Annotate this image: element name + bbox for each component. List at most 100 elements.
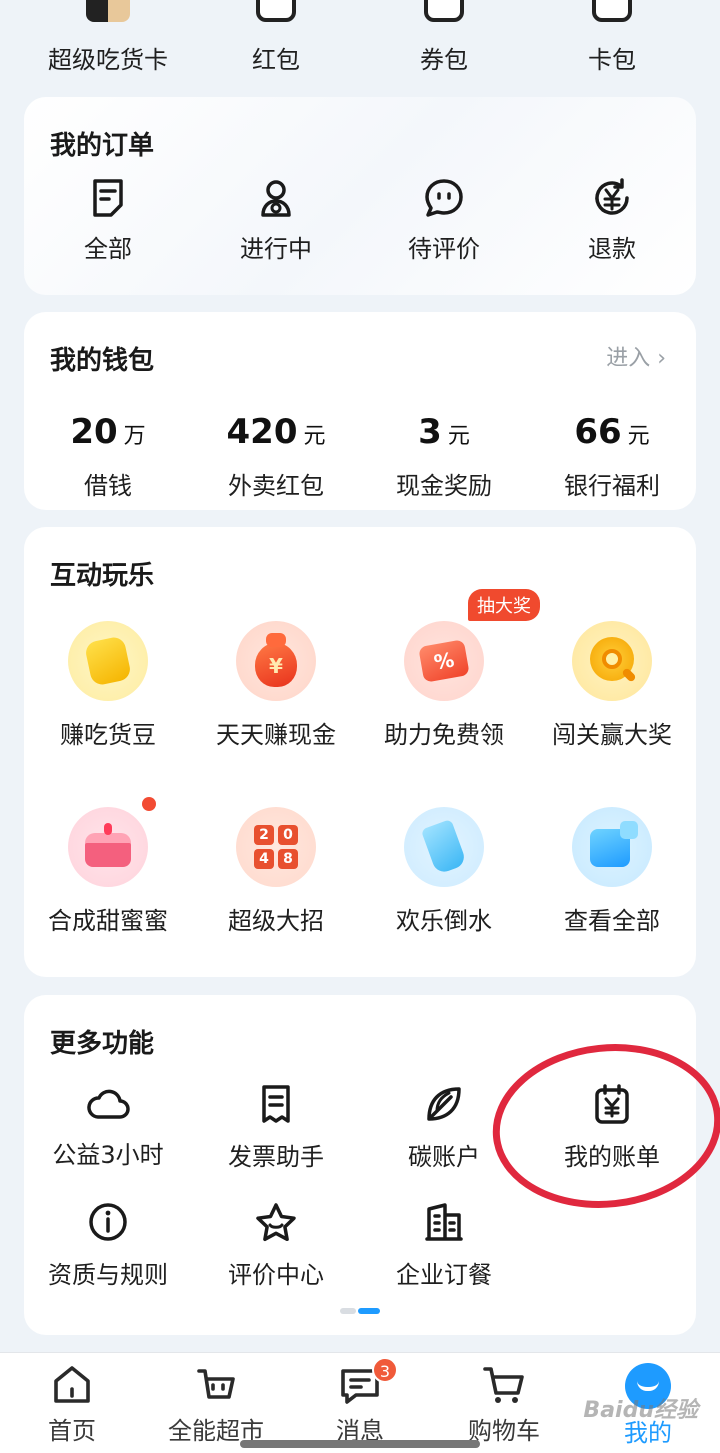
games-card: 互动玩乐 赚吃货豆 ¥ 天天赚现金 抽大奖 % 助力免费领 闯关赢大奖 合成甜蜜… bbox=[24, 527, 696, 977]
tile-4: 4 bbox=[254, 849, 274, 869]
wallet-bank-benefit[interactable]: 66 元 银行福利 bbox=[528, 412, 696, 501]
water-cup-icon bbox=[404, 807, 484, 887]
wallet-takeout-red-packet[interactable]: 420 元 外卖红包 bbox=[192, 412, 360, 501]
game-merge-sweets[interactable]: 合成甜蜜蜜 bbox=[24, 797, 192, 936]
top-label-super-card: 超级吃货卡 bbox=[48, 46, 168, 74]
tab-supermarket[interactable]: 全能超市 bbox=[144, 1363, 288, 1446]
leaf-icon bbox=[427, 1087, 461, 1121]
bean-icon bbox=[68, 621, 148, 701]
rider-icon bbox=[261, 180, 291, 217]
tab-home[interactable]: 首页 bbox=[0, 1363, 144, 1446]
2048-icon: 2 0 4 8 bbox=[236, 807, 316, 887]
feature-enterprise-meal[interactable]: 企业订餐 bbox=[360, 1201, 528, 1290]
order-all-label: 全部 bbox=[84, 235, 132, 263]
game-view-all-label: 查看全部 bbox=[564, 907, 660, 935]
feature-charity[interactable]: 公益3小时 bbox=[24, 1083, 192, 1170]
cake-icon bbox=[68, 807, 148, 887]
chat-bubble-icon bbox=[425, 179, 463, 217]
game-earn-beans[interactable]: 赚吃货豆 bbox=[24, 621, 192, 750]
game-level-up-label: 闯关赢大奖 bbox=[552, 721, 672, 749]
game-view-all[interactable]: 查看全部 bbox=[528, 807, 696, 936]
wallet-red-packet-label: 外卖红包 bbox=[228, 472, 324, 500]
game-level-up[interactable]: 闯关赢大奖 bbox=[528, 621, 696, 750]
game-daily-cash[interactable]: ¥ 天天赚现金 bbox=[192, 621, 360, 750]
gold-medal-icon bbox=[572, 621, 652, 701]
star-icon bbox=[256, 1203, 296, 1242]
top-label-red-packet: 红包 bbox=[252, 46, 300, 74]
home-icon bbox=[54, 1366, 90, 1403]
page-dot-inactive bbox=[340, 1308, 356, 1314]
watermark: Baidu经验 bbox=[583, 1398, 698, 1423]
wallet-loan-unit: 万 bbox=[123, 424, 146, 449]
top-quick-row: 超级吃货卡 红包 券包 卡包 bbox=[24, 0, 696, 90]
building-icon bbox=[425, 1203, 463, 1241]
coupon-icon bbox=[424, 0, 464, 22]
feature-review-center-label: 评价中心 bbox=[228, 1261, 324, 1289]
games-title: 互动玩乐 bbox=[50, 561, 155, 591]
game-pour-water[interactable]: 欢乐倒水 bbox=[360, 807, 528, 936]
order-all[interactable]: 全部 bbox=[24, 177, 192, 264]
tile-2: 2 bbox=[254, 825, 274, 845]
feature-invoice-label: 发票助手 bbox=[228, 1143, 324, 1171]
tile-0: 0 bbox=[278, 825, 298, 845]
feature-enterprise-meal-label: 企业订餐 bbox=[396, 1261, 492, 1289]
info-icon bbox=[89, 1203, 127, 1241]
more-features-title: 更多功能 bbox=[50, 1029, 155, 1059]
feature-review-center[interactable]: 评价中心 bbox=[192, 1201, 360, 1290]
annotation-circle bbox=[492, 1044, 720, 1208]
wallet-cash-unit: 元 bbox=[447, 424, 470, 449]
game-super-move[interactable]: 2 0 4 8 超级大招 bbox=[192, 807, 360, 936]
wallet-cash-value: 3 bbox=[418, 412, 442, 452]
wallet-title: 我的钱包 bbox=[50, 346, 155, 376]
wallet-bank-label: 银行福利 bbox=[564, 472, 660, 500]
wallet-red-packet-unit: 元 bbox=[303, 424, 326, 449]
feature-invoice[interactable]: 发票助手 bbox=[192, 1083, 360, 1172]
feature-qualification-label: 资质与规则 bbox=[48, 1261, 168, 1289]
wallet-bank-unit: 元 bbox=[627, 424, 650, 449]
wallet-icon bbox=[592, 0, 632, 22]
game-assist-free[interactable]: 抽大奖 % 助力免费领 bbox=[360, 589, 540, 750]
wallet-red-packet-value: 420 bbox=[226, 412, 298, 452]
page-indicator bbox=[340, 1308, 380, 1314]
order-in-progress-label: 进行中 bbox=[240, 235, 312, 263]
tile-8: 8 bbox=[278, 849, 298, 869]
order-to-review[interactable]: 待评价 bbox=[360, 177, 528, 264]
game-pour-water-label: 欢乐倒水 bbox=[396, 907, 492, 935]
document-icon bbox=[93, 179, 123, 217]
game-assist-free-label: 助力免费领 bbox=[384, 721, 504, 749]
game-daily-cash-label: 天天赚现金 bbox=[216, 721, 336, 749]
refund-yen-icon bbox=[595, 178, 629, 215]
home-indicator bbox=[240, 1440, 480, 1448]
wallet-cash-reward[interactable]: 3元 现金奖励 bbox=[360, 412, 528, 501]
card-wallet-entry[interactable]: 卡包 bbox=[528, 0, 696, 86]
feature-qualification[interactable]: 资质与规则 bbox=[24, 1201, 192, 1290]
tab-home-label: 首页 bbox=[48, 1417, 96, 1445]
coupon-entry[interactable]: 券包 bbox=[360, 0, 528, 86]
feature-charity-label: 公益3小时 bbox=[52, 1141, 164, 1169]
invoice-icon bbox=[262, 1085, 290, 1123]
cart-icon bbox=[483, 1367, 524, 1403]
tab-cart[interactable]: 购物车 bbox=[432, 1363, 576, 1446]
wallet-loan-value: 20 bbox=[70, 412, 118, 452]
order-refund[interactable]: 退款 bbox=[528, 177, 696, 264]
wallet-bank-value: 66 bbox=[574, 412, 622, 452]
page-dot-active bbox=[358, 1308, 380, 1314]
orders-title: 我的订单 bbox=[50, 131, 155, 161]
order-refund-label: 退款 bbox=[588, 235, 636, 263]
lottery-badge: 抽大奖 bbox=[468, 589, 540, 621]
order-in-progress[interactable]: 进行中 bbox=[192, 177, 360, 264]
wallet-card: 我的钱包 进入 › 20 万 借钱 420 元 外卖红包 3元 现金奖励 66 元 银… bbox=[24, 312, 696, 510]
red-packet-entry[interactable]: 红包 bbox=[192, 0, 360, 86]
new-dot bbox=[142, 797, 156, 811]
cloud-heart-icon bbox=[87, 1089, 130, 1119]
money-bag-icon: ¥ bbox=[236, 621, 316, 701]
top-label-coupon: 券包 bbox=[420, 46, 468, 74]
orders-card: 我的订单 全部 进行中 待评价 退款 bbox=[24, 97, 696, 295]
wallet-loan[interactable]: 20 万 借钱 bbox=[24, 412, 192, 501]
wallet-enter-link[interactable]: 进入 › bbox=[606, 340, 666, 372]
game-merge-sweets-label: 合成甜蜜蜜 bbox=[48, 907, 168, 935]
tab-messages[interactable]: 3 消息 bbox=[288, 1357, 432, 1446]
wallet-loan-label: 借钱 bbox=[84, 472, 132, 500]
cube-icon bbox=[572, 807, 652, 887]
super-foodie-card-entry[interactable]: 超级吃货卡 bbox=[24, 0, 192, 86]
